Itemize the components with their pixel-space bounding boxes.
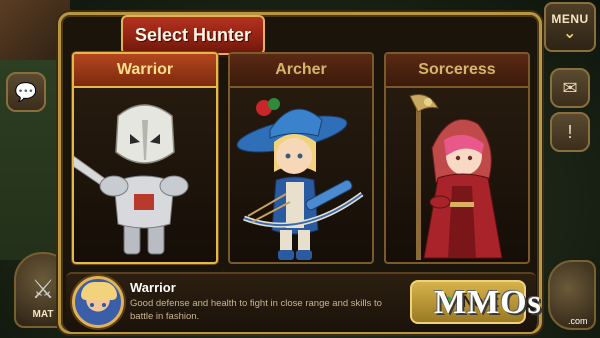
notice-button[interactable]: ! bbox=[550, 112, 590, 152]
hero-card-header: Archer bbox=[230, 54, 372, 88]
envelope-icon: ✉ bbox=[562, 77, 578, 98]
hero-card-header: Warrior bbox=[74, 54, 216, 88]
hero-card-sorceress[interactable]: Sorceress bbox=[384, 52, 530, 264]
avatar-hair bbox=[81, 282, 117, 300]
hero-avatar bbox=[72, 276, 124, 328]
dialog-title-tab: Select Hunter bbox=[121, 15, 265, 55]
avatar-eye bbox=[90, 303, 94, 307]
avatar-eye bbox=[102, 303, 106, 307]
dialog-title: Select Hunter bbox=[134, 24, 252, 45]
chat-bubble-icon: 💬 bbox=[14, 81, 38, 102]
hero-card-header: Sorceress bbox=[386, 54, 528, 88]
menu-button[interactable]: MENU ⌄ bbox=[544, 2, 596, 52]
menu-label: MENU bbox=[551, 12, 589, 26]
chevron-down-icon: ⌄ bbox=[563, 25, 577, 42]
selected-hero-name: Warrior bbox=[130, 280, 176, 295]
warrior-figure bbox=[74, 104, 189, 255]
hero-card-warrior[interactable]: Warrior bbox=[72, 52, 218, 264]
sorceress-figure bbox=[409, 94, 503, 260]
hero-cards: Warrior Archer Sorceress bbox=[72, 52, 532, 264]
chat-button[interactable]: 💬 bbox=[6, 72, 46, 112]
selected-hero-description: Good defense and health to fight in clos… bbox=[130, 298, 382, 322]
hero-card-name: Archer bbox=[275, 61, 327, 78]
hero-card-name: Warrior bbox=[116, 61, 174, 78]
crossed-swords-icon: ⚔ bbox=[31, 274, 55, 304]
site-watermark-suffix: .com bbox=[568, 316, 588, 326]
hero-card-name: Sorceress bbox=[418, 61, 496, 78]
mail-button[interactable]: ✉ bbox=[550, 68, 590, 108]
match-label: MAT bbox=[32, 309, 54, 320]
archer-figure bbox=[236, 98, 364, 260]
site-watermark: MMOs bbox=[434, 284, 542, 321]
hero-card-archer[interactable]: Archer bbox=[228, 52, 374, 264]
exclamation-icon: ! bbox=[567, 121, 573, 142]
